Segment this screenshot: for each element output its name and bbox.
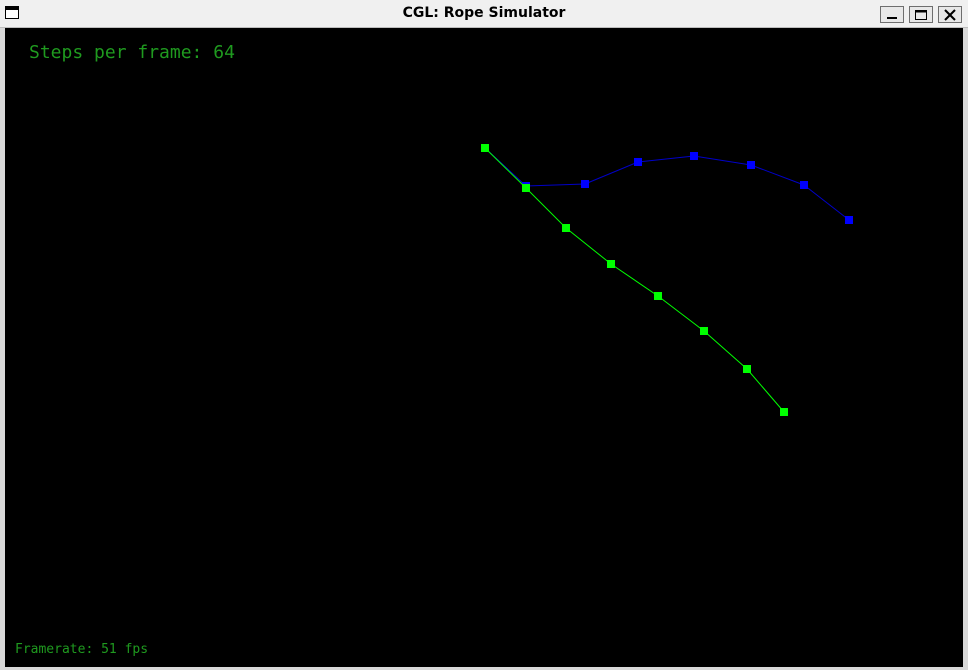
green-rope-spring [484,147,527,189]
green-rope-mass [743,365,751,373]
close-button[interactable] [938,6,962,23]
blue-rope-mass [747,161,755,169]
green-rope-spring [746,368,785,413]
green-rope-spring [657,295,705,332]
blue-rope-mass [690,152,698,160]
maximize-button[interactable] [909,6,933,23]
framerate-label: Framerate: 51 fps [15,642,149,657]
render-canvas[interactable]: Steps per frame: 64 Framerate: 51 fps [5,28,963,667]
window-title: CGL: Rope Simulator [402,5,566,21]
rope-scene [481,144,853,416]
maximize-icon [915,9,927,20]
green-rope-spring [703,330,748,370]
blue-rope-spring [693,155,752,166]
green-rope-spring [565,227,612,265]
blue-rope-spring [803,184,850,221]
blue-rope-spring [584,161,639,185]
green-rope-mass [700,327,708,335]
blue-rope-mass [634,158,642,166]
app-window: CGL: Rope Simulator Steps per frame: 64 … [0,0,968,670]
green-rope-mass [654,292,662,300]
minimize-icon [887,16,897,19]
title-bar[interactable]: CGL: Rope Simulator [0,0,968,28]
blue-rope-mass [581,180,589,188]
minimize-button[interactable] [880,6,904,23]
green-rope-mass [562,224,570,232]
green-rope-spring [610,263,659,297]
green-rope-mass [607,260,615,268]
blue-rope-spring [637,155,695,163]
steps-per-frame-label: Steps per frame: 64 [29,42,235,63]
blue-rope-mass [800,181,808,189]
green-rope-mass [522,184,530,192]
close-icon [944,8,956,21]
blue-rope-mass [845,216,853,224]
green-rope-mass [481,144,489,152]
green-rope-mass [780,408,788,416]
green-rope-spring [525,187,567,229]
blue-rope-spring [750,164,805,186]
blue-rope-spring [525,183,586,187]
